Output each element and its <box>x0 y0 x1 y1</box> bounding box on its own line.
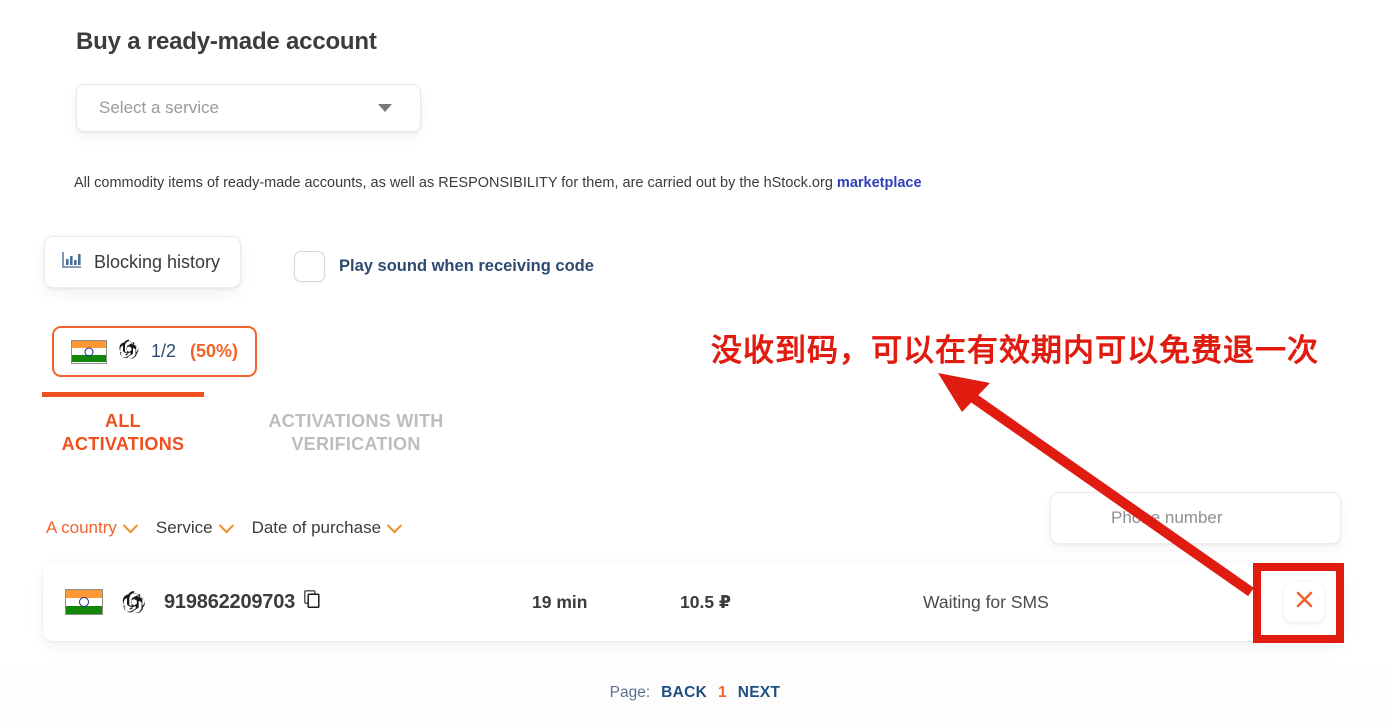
filter-bar: A country Service Date of purchase <box>46 517 403 538</box>
badge-percent: (50%) <box>190 341 239 361</box>
tab-activations-with-verification[interactable]: ACTIVATIONS WITH VERIFICATION <box>242 392 470 456</box>
pagination-next[interactable]: NEXT <box>738 684 781 702</box>
pagination-back[interactable]: BACK <box>661 684 707 702</box>
india-flag-icon <box>65 589 103 615</box>
chevron-down-icon <box>378 104 392 112</box>
badge-fraction: 1/2 <box>151 341 177 361</box>
pagination: Page: BACK 1 NEXT <box>0 684 1390 702</box>
filter-country-label: A country <box>46 518 117 537</box>
copy-icon[interactable] <box>304 590 320 614</box>
service-select-placeholder: Select a service <box>99 98 219 117</box>
blocking-history-label: Blocking history <box>94 251 221 272</box>
status-badge[interactable]: 1/2 (50%) <box>52 326 258 377</box>
close-icon <box>1295 590 1314 614</box>
marketplace-notice: All commodity items of ready-made accoun… <box>74 175 922 191</box>
page-title: Buy a ready-made account <box>76 28 377 55</box>
row-price: 10.5 ₽ <box>680 591 732 612</box>
marketplace-link[interactable]: marketplace <box>837 175 922 191</box>
bar-chart-icon <box>61 250 83 275</box>
blocking-history-button[interactable]: Blocking history <box>44 236 242 288</box>
notice-text: All commodity items of ready-made accoun… <box>74 175 837 191</box>
openai-logo-icon <box>117 337 141 366</box>
chevron-down-icon <box>218 517 234 533</box>
cancel-activation-button[interactable] <box>1284 582 1324 622</box>
row-status: Waiting for SMS <box>923 591 1049 612</box>
row-phone-number[interactable]: 919862209703 <box>164 590 320 614</box>
annotation-text: 没收到码，可以在有效期内可以免费退一次 <box>711 333 1319 369</box>
filter-date-of-purchase[interactable]: Date of purchase <box>251 517 403 538</box>
filter-service[interactable]: Service <box>155 517 234 538</box>
openai-logo-icon <box>120 588 148 616</box>
filter-date-label: Date of purchase <box>251 518 382 537</box>
row-time-remaining: 19 min <box>532 591 588 612</box>
chevron-down-icon <box>386 517 403 533</box>
phone-search-box[interactable] <box>1050 492 1341 544</box>
play-sound-label: Play sound when receiving code <box>339 257 594 275</box>
phone-number-text: 919862209703 <box>164 590 296 613</box>
activation-tabs: ALL ACTIVATIONS ACTIVATIONS WITH VERIFIC… <box>42 392 470 456</box>
chevron-down-icon <box>122 517 139 533</box>
pagination-label: Page: <box>609 684 651 701</box>
filter-service-label: Service <box>155 518 213 537</box>
phone-search-input[interactable] <box>1109 507 1319 529</box>
table-row[interactable]: 919862209703 19 min 10.5 ₽ Waiting for S… <box>43 563 1342 641</box>
india-flag-icon <box>71 339 107 364</box>
service-select[interactable]: Select a service <box>76 84 421 132</box>
tab-all-activations[interactable]: ALL ACTIVATIONS <box>42 392 204 456</box>
play-sound-checkbox[interactable] <box>294 251 325 282</box>
play-sound-option[interactable]: Play sound when receiving code <box>294 251 594 282</box>
filter-country[interactable]: A country <box>46 517 139 538</box>
pagination-current-page[interactable]: 1 <box>718 684 727 702</box>
